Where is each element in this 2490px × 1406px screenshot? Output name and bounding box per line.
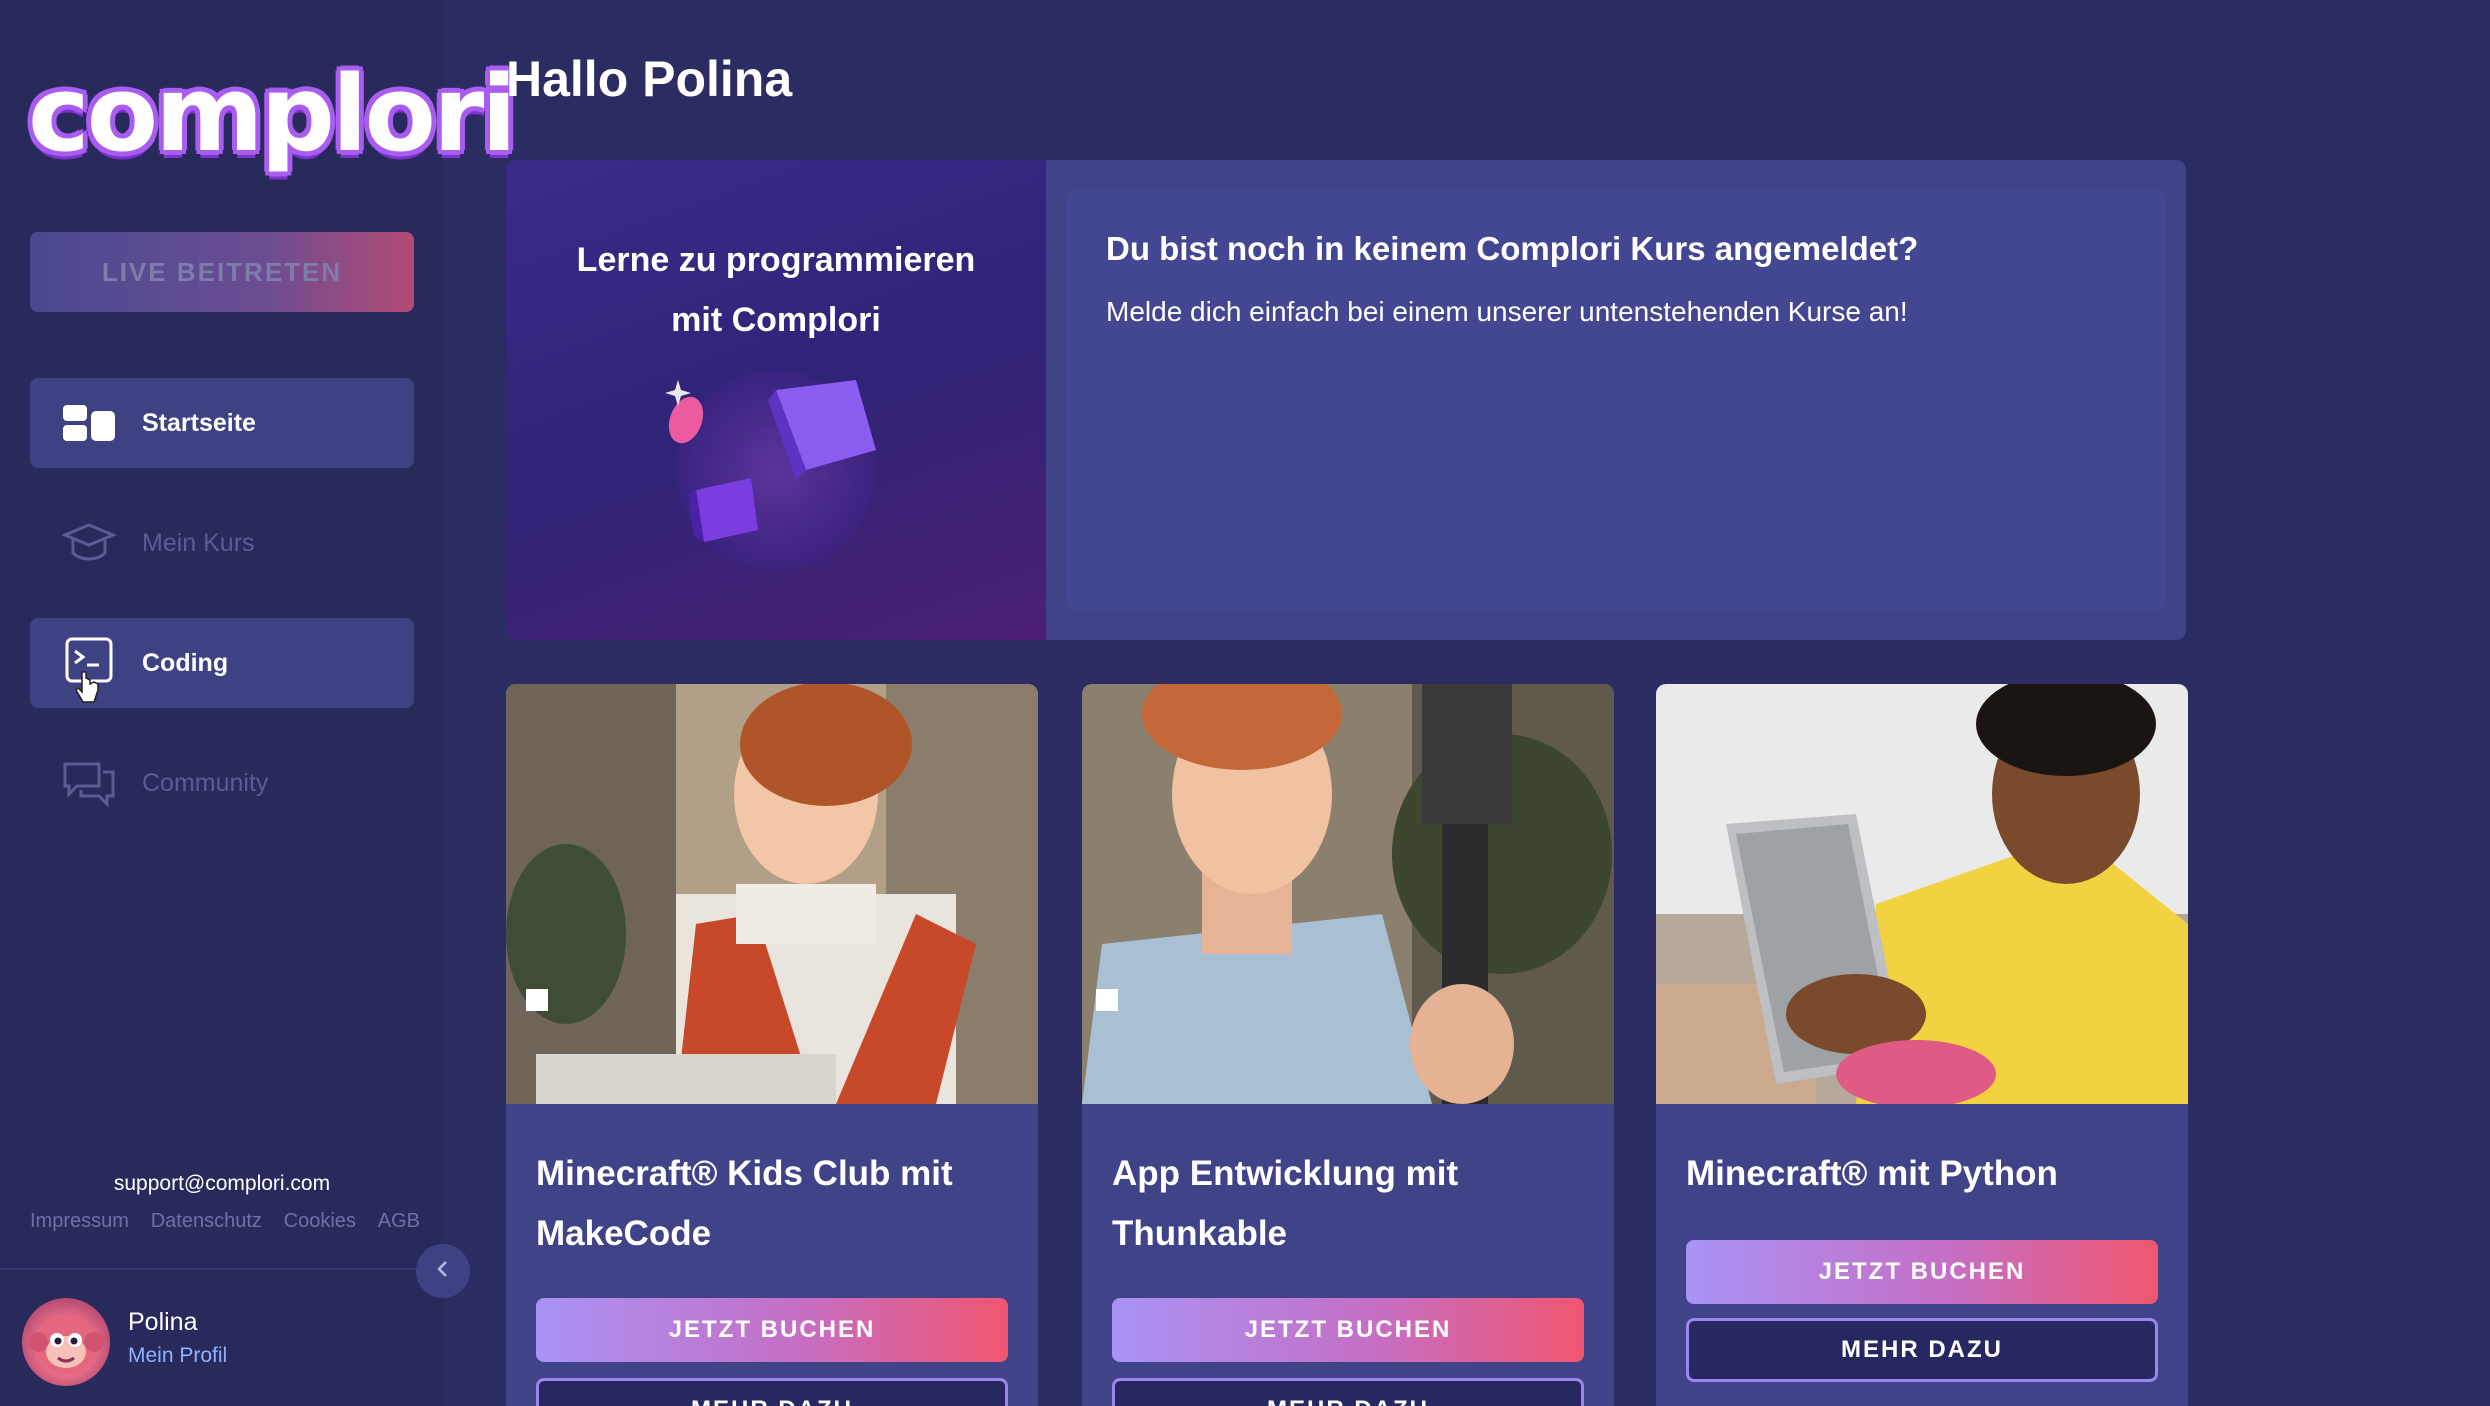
course-title: App Entwicklung mit Thunkable: [1112, 1144, 1592, 1264]
more-info-button[interactable]: MEHR DAZU: [1686, 1318, 2158, 1382]
sidebar-item-startseite[interactable]: Startseite: [30, 378, 414, 468]
course-card-thunkable: App Entwicklung mit Thunkable JETZT BUCH…: [1082, 684, 1614, 1406]
datenschutz-link[interactable]: Datenschutz: [151, 1210, 262, 1233]
impressum-link[interactable]: Impressum: [30, 1210, 129, 1233]
course-title-line2: Thunkable: [1112, 1214, 1288, 1253]
sidebar-item-label: Community: [142, 768, 269, 797]
hero-promo-title-line2: mit Complori: [671, 301, 881, 339]
hero-message-panel: Du bist noch in keinem Complori Kurs ang…: [1066, 190, 2166, 610]
sidebar-item-label: Mein Kurs: [142, 528, 255, 557]
sidebar-item-label: Startseite: [142, 408, 256, 437]
sidebar-divider: [0, 1268, 444, 1270]
more-info-button[interactable]: MEHR DAZU: [1112, 1378, 1584, 1406]
sidebar-item-community[interactable]: Community: [30, 738, 414, 828]
course-title: Minecraft® Kids Club mit MakeCode: [536, 1144, 1016, 1264]
footer-links: Impressum Datenschutz Cookies AGB: [30, 1210, 420, 1233]
floating-cubes-illustration: [665, 370, 876, 570]
chat-bubbles-icon: [60, 758, 118, 808]
hero-promo-title: Lerne zu programmieren mit Complori: [506, 230, 1046, 350]
live-join-button[interactable]: LIVE BEITRETEN: [30, 232, 414, 312]
dashboard-icon: [60, 398, 118, 448]
hero-banner: Lerne zu programmieren mit Complori Du b…: [506, 160, 2186, 640]
collapse-sidebar-button[interactable]: [416, 1244, 470, 1298]
sidebar-item-label: Coding: [142, 648, 229, 677]
course-title: Minecraft® mit Python: [1686, 1144, 2166, 1204]
profile-name: Polina: [128, 1308, 198, 1336]
book-now-button[interactable]: JETZT BUCHEN: [536, 1298, 1008, 1362]
course-image-makecode[interactable]: [506, 684, 1038, 1104]
course-title-line1: App Entwicklung mit: [1112, 1154, 1459, 1193]
agb-link[interactable]: AGB: [378, 1210, 420, 1233]
avatar[interactable]: [22, 1298, 110, 1386]
course-card-makecode: Minecraft® Kids Club mit MakeCode JETZT …: [506, 684, 1038, 1406]
my-profile-link[interactable]: Mein Profil: [128, 1344, 227, 1368]
more-info-button[interactable]: MEHR DAZU: [536, 1378, 1008, 1406]
hero-promo-title-line1: Lerne zu programmieren: [576, 241, 976, 279]
course-title-line2: MakeCode: [536, 1214, 712, 1253]
complori-logo[interactable]: complori: [28, 62, 517, 166]
hero-promo-panel: Lerne zu programmieren mit Complori: [506, 160, 1046, 640]
course-image-thunkable[interactable]: [1082, 684, 1614, 1104]
sidebar-item-coding[interactable]: Coding: [30, 618, 414, 708]
book-now-button[interactable]: JETZT BUCHEN: [1686, 1240, 2158, 1304]
course-title-line1: Minecraft® mit Python: [1686, 1154, 2058, 1193]
cookies-link[interactable]: Cookies: [284, 1210, 356, 1233]
page-title: Hallo Polina: [506, 51, 793, 107]
sidebar: complori LIVE BEITRETEN Startseite Mein …: [0, 0, 517, 1406]
graduation-cap-icon: [60, 518, 118, 568]
monkey-avatar-icon: [28, 1314, 104, 1374]
mouse-cursor-icon: [74, 670, 102, 713]
sidebar-item-mein-kurs[interactable]: Mein Kurs: [30, 498, 414, 588]
course-card-python: Minecraft® mit Python JETZT BUCHEN MEHR …: [1656, 684, 2188, 1406]
hero-subtext: Melde dich einfach bei einem unserer unt…: [1106, 296, 1908, 327]
hero-heading: Du bist noch in keinem Complori Kurs ang…: [1106, 230, 1919, 267]
course-title-line1: Minecraft® Kids Club mit: [536, 1154, 953, 1193]
chevron-left-icon: [433, 1259, 453, 1284]
book-now-button[interactable]: JETZT BUCHEN: [1112, 1298, 1584, 1362]
support-email-link[interactable]: support@complori.com: [0, 1172, 444, 1196]
course-image-python[interactable]: [1656, 684, 2188, 1104]
